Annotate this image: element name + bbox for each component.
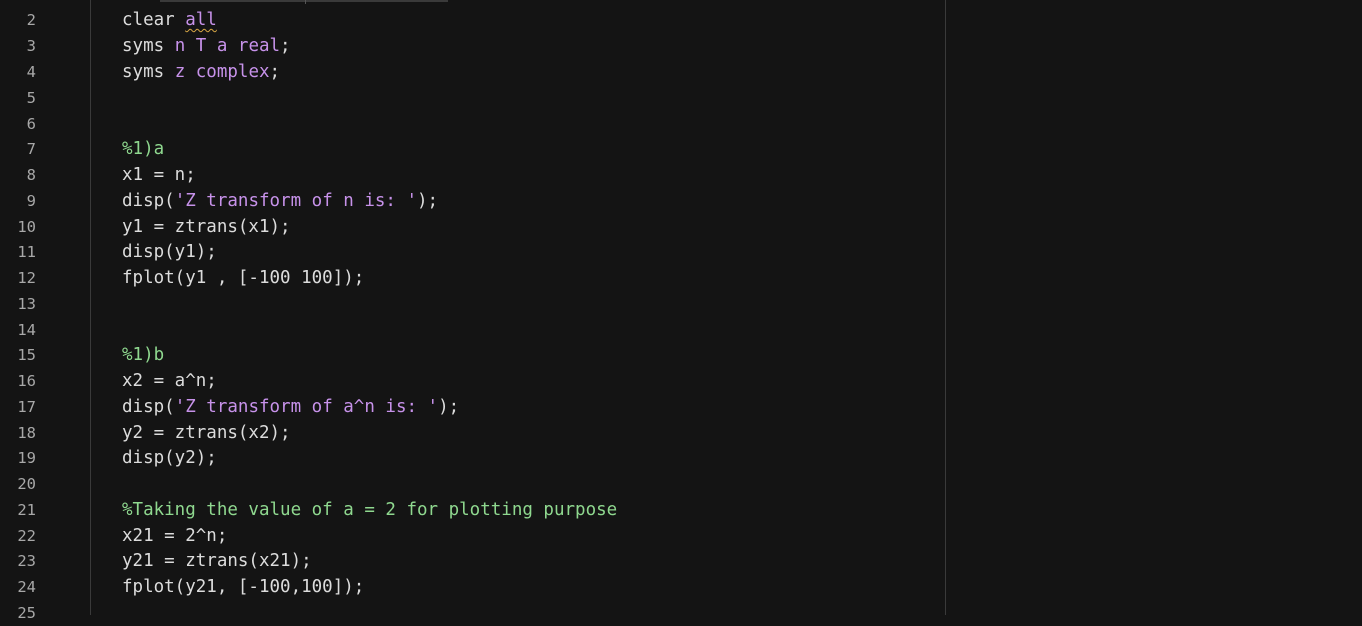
code-line[interactable]: syms n T a real; bbox=[122, 33, 291, 59]
code-line[interactable]: disp(y1); bbox=[122, 239, 217, 265]
code-token: ; bbox=[280, 36, 291, 56]
code-line[interactable]: y21 = ztrans(x21); bbox=[122, 548, 312, 574]
code-line[interactable]: disp('Z transform of n is: '); bbox=[122, 188, 438, 214]
code-line[interactable]: disp('Z transform of a^n is: '); bbox=[122, 394, 459, 420]
line-number: 6 bbox=[26, 115, 36, 133]
code-token: z complex bbox=[174, 62, 270, 82]
code-line[interactable]: y2 = ztrans(x2); bbox=[122, 420, 291, 446]
code-line-comment[interactable]: %1)b bbox=[122, 342, 164, 368]
line-number: 9 bbox=[26, 192, 36, 210]
line-number: 5 bbox=[26, 89, 36, 107]
line-number: 2 bbox=[26, 11, 36, 29]
code-editor[interactable]: 2 3 4 5 6 7 8 9 10 11 12 13 14 15 16 17 … bbox=[0, 0, 1362, 622]
line-number: 24 bbox=[17, 578, 36, 596]
code-line[interactable]: fplot(y21, [-100,100]); bbox=[122, 574, 364, 600]
line-number: 25 bbox=[17, 604, 36, 622]
code-line[interactable]: x1 = n; bbox=[122, 162, 196, 188]
line-number: 17 bbox=[17, 398, 36, 416]
code-token: ; bbox=[269, 62, 281, 82]
right-margin-ruler bbox=[945, 0, 946, 615]
code-token: disp( bbox=[122, 397, 175, 417]
line-number: 19 bbox=[17, 449, 36, 467]
code-token: syms bbox=[122, 36, 175, 56]
line-number: 18 bbox=[17, 424, 36, 442]
code-token-warning: all bbox=[185, 10, 217, 30]
code-area[interactable]: clear all syms n T a real; syms z comple… bbox=[91, 0, 1362, 615]
code-line[interactable]: y1 = ztrans(x1); bbox=[122, 214, 291, 240]
line-number: 8 bbox=[26, 166, 36, 184]
line-number: 23 bbox=[17, 552, 36, 570]
line-number: 4 bbox=[26, 63, 36, 81]
line-number: 12 bbox=[17, 269, 36, 287]
line-number: 20 bbox=[17, 475, 36, 493]
code-token: ); bbox=[438, 397, 460, 417]
line-number: 11 bbox=[17, 243, 36, 261]
line-number: 21 bbox=[17, 501, 36, 519]
code-line-comment[interactable]: %Taking the value of a = 2 for plotting … bbox=[122, 497, 617, 523]
line-number-gutter: 2 3 4 5 6 7 8 9 10 11 12 13 14 15 16 17 … bbox=[0, 0, 91, 622]
line-number: 7 bbox=[26, 140, 36, 158]
line-number: 15 bbox=[17, 346, 36, 364]
line-number: 22 bbox=[17, 527, 36, 545]
code-line[interactable]: x2 = a^n; bbox=[122, 368, 217, 394]
code-token: ); bbox=[417, 191, 439, 211]
code-token: disp( bbox=[122, 191, 175, 211]
code-line[interactable]: fplot(y1 , [-100 100]); bbox=[122, 265, 364, 291]
code-line-comment[interactable]: %1)a bbox=[122, 136, 164, 162]
code-line[interactable]: clear all bbox=[122, 7, 217, 33]
code-token-string: 'Z transform of n is: ' bbox=[174, 191, 418, 211]
code-line[interactable]: x21 = 2^n; bbox=[122, 523, 227, 549]
line-number: 13 bbox=[17, 295, 36, 313]
code-line[interactable]: disp(y2); bbox=[122, 445, 217, 471]
code-token: n T a real bbox=[174, 36, 281, 56]
code-line[interactable]: syms z complex; bbox=[122, 59, 280, 85]
line-number: 14 bbox=[17, 321, 36, 339]
line-number: 10 bbox=[17, 218, 36, 236]
code-token-string: 'Z transform of a^n is: ' bbox=[174, 397, 439, 417]
line-number: 16 bbox=[17, 372, 36, 390]
line-number: 3 bbox=[26, 37, 36, 55]
code-token: clear bbox=[122, 10, 186, 30]
code-token: syms bbox=[122, 62, 175, 82]
